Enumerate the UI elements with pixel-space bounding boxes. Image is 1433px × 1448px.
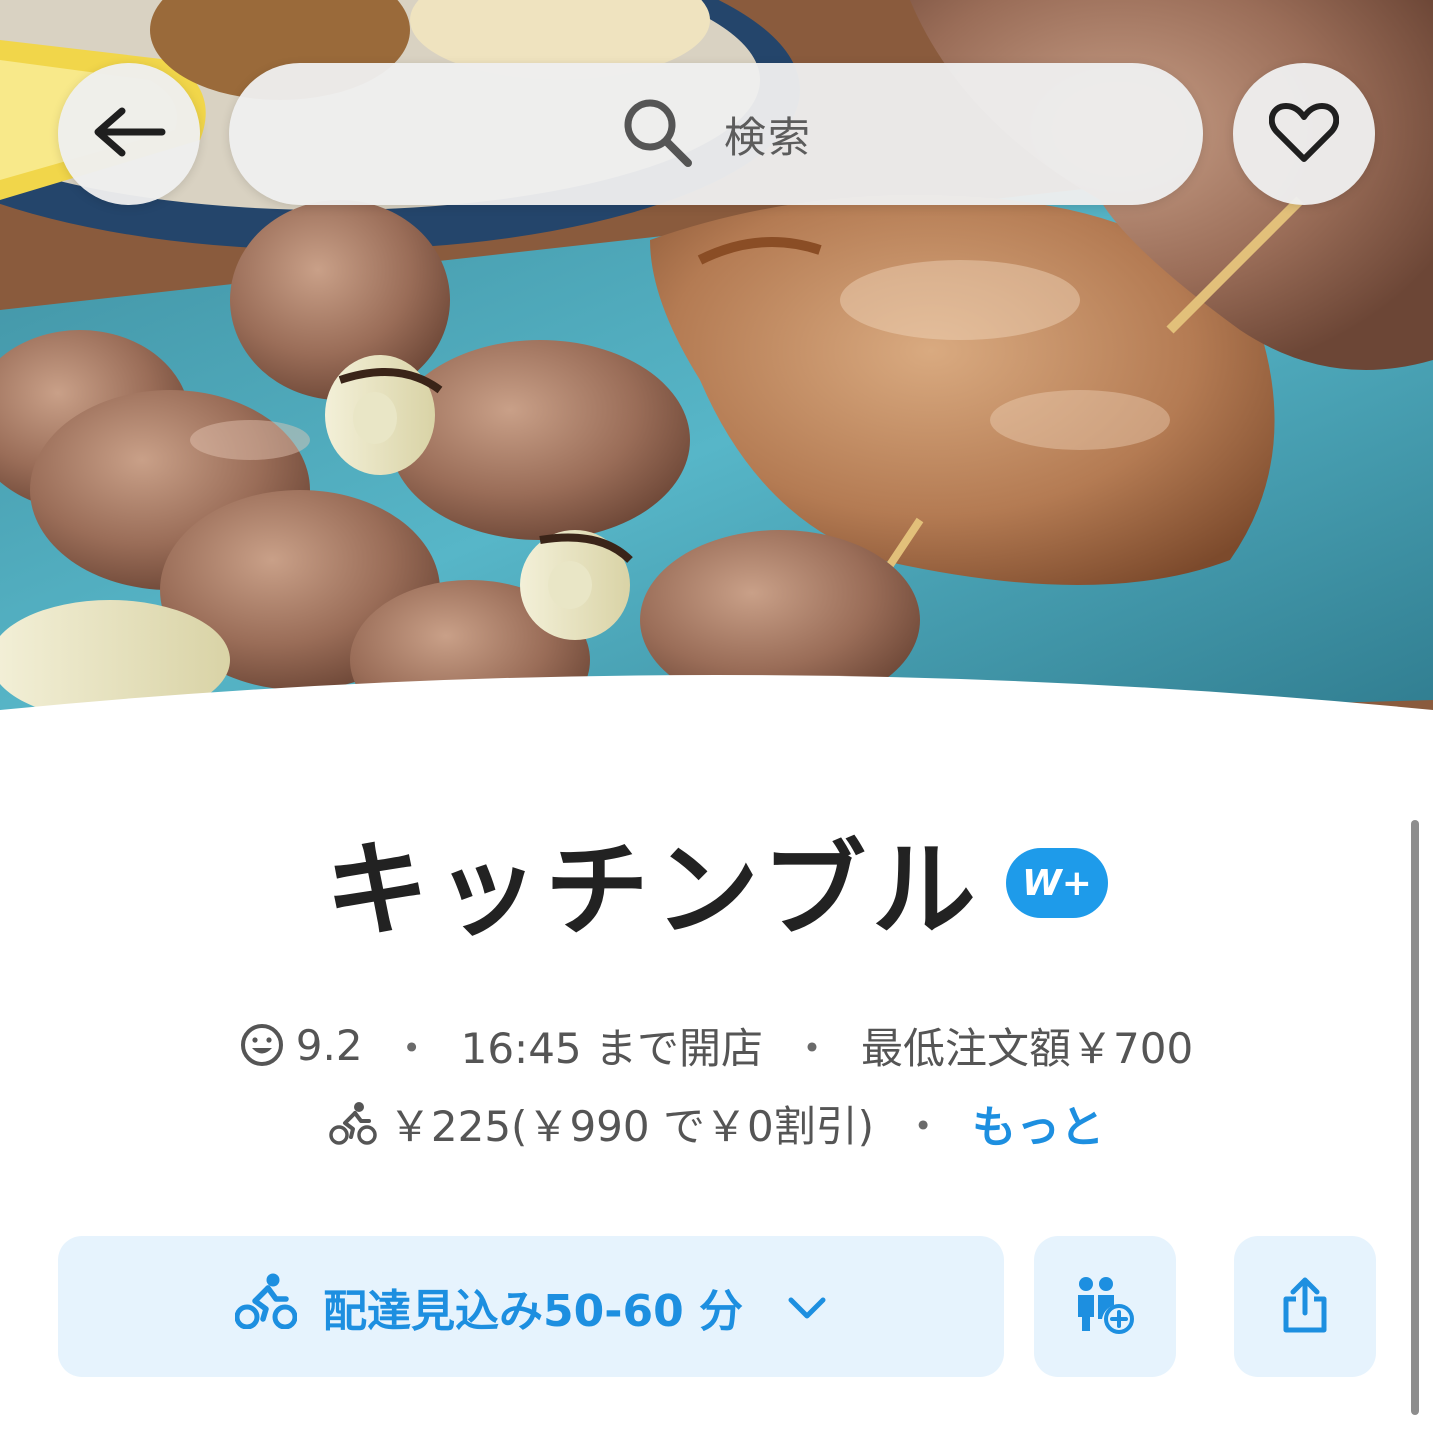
back-button[interactable] bbox=[58, 63, 200, 205]
delivery-estimate-button[interactable]: 配達見込み50-60 分 bbox=[58, 1236, 1004, 1377]
cyclist-icon bbox=[329, 1101, 377, 1145]
separator: ・ bbox=[902, 1101, 945, 1151]
smiley-icon bbox=[240, 1023, 284, 1067]
store-title-row: キッチンブル W+ bbox=[0, 805, 1433, 955]
store-page: 検索 キッチンブル W+ 9.2 ・ 16:45 まで開店 ・ 最低注文額￥70… bbox=[0, 0, 1433, 1448]
store-rating: 9.2 bbox=[295, 1020, 363, 1070]
store-delivery-fee: ￥225(￥990 で￥0割引) bbox=[388, 1101, 875, 1151]
chevron-down-icon bbox=[787, 1281, 827, 1332]
share-button[interactable] bbox=[1234, 1236, 1376, 1377]
store-hours: 16:45 まで開店 bbox=[460, 1023, 763, 1073]
group-order-button[interactable] bbox=[1034, 1236, 1176, 1377]
sheet-edge bbox=[0, 675, 1433, 750]
arrow-left-icon bbox=[92, 107, 166, 161]
store-name: キッチンブル bbox=[325, 828, 982, 951]
search-bar[interactable]: 検索 bbox=[229, 63, 1203, 205]
search-placeholder: 検索 bbox=[723, 112, 812, 162]
favorite-button[interactable] bbox=[1233, 63, 1375, 205]
group-order-icon bbox=[1074, 1275, 1136, 1339]
cyclist-icon bbox=[234, 1273, 298, 1340]
store-meta-line-2: ￥225(￥990 で￥0割引) ・ もっと bbox=[0, 1088, 1433, 1158]
separator: ・ bbox=[390, 1023, 433, 1073]
store-meta-line-1: 9.2 ・ 16:45 まで開店 ・ 最低注文額￥700 bbox=[0, 1010, 1433, 1080]
scrollbar[interactable] bbox=[1411, 820, 1419, 1415]
delivery-estimate-label: 配達見込み50-60 分 bbox=[322, 1285, 744, 1337]
separator: ・ bbox=[791, 1023, 834, 1073]
heart-icon bbox=[1268, 101, 1340, 167]
wplus-badge: W+ bbox=[1005, 848, 1108, 918]
store-min-order: 最低注文額￥700 bbox=[861, 1023, 1194, 1073]
search-icon bbox=[620, 95, 694, 173]
more-link[interactable]: もっと bbox=[972, 1091, 1104, 1155]
share-icon bbox=[1281, 1275, 1329, 1339]
